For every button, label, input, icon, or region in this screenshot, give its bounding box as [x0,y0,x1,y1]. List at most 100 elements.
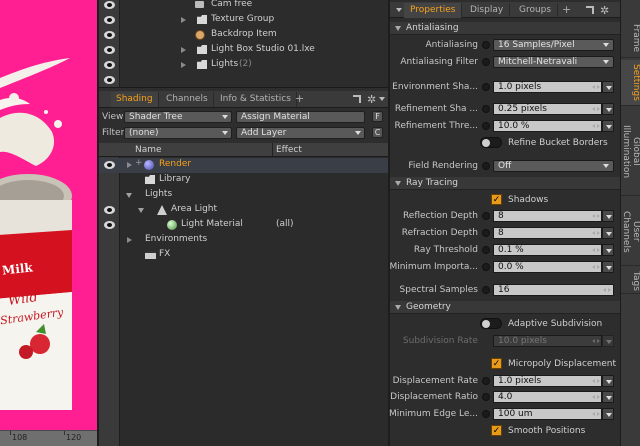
tab-shading[interactable]: Shading [111,92,159,107]
min-edge-field[interactable]: 100 um [493,408,602,420]
side-tab-tags[interactable]: Tags [621,268,640,294]
list-item[interactable] [99,73,388,88]
env-shading-field[interactable]: 1.0 pixels [493,81,602,93]
tab-display[interactable]: Display [464,3,511,18]
spectral-field[interactable]: 16 [493,284,614,296]
section-ray-tracing[interactable]: Ray Tracing [390,177,620,190]
eye-icon[interactable] [104,161,115,169]
refl-depth-field[interactable]: 8 [493,210,602,222]
ref-shading-field[interactable]: 0.25 pixels [493,103,602,115]
table-row[interactable]: FX [99,248,388,263]
maximize-icon[interactable] [353,95,361,103]
list-item[interactable]: Light Box Studio 01.lxe [99,43,388,58]
maximize-icon[interactable] [586,6,594,14]
add-tab-icon[interactable]: + [295,92,304,105]
add-layer-select[interactable]: Add Layer [236,127,365,139]
f-button[interactable]: F [372,111,383,122]
list-item[interactable]: Backdrop Item [99,28,388,43]
animate-dot-icon[interactable] [482,105,490,113]
spinner-icon[interactable] [591,392,601,402]
animate-dot-icon[interactable] [482,393,490,401]
adaptive-toggle[interactable] [480,318,502,329]
expand-arrow-icon[interactable] [127,237,132,243]
field-dropdown[interactable] [602,391,614,403]
table-row[interactable]: Lights [99,188,388,203]
animate-dot-icon[interactable] [482,229,490,237]
animate-dot-icon[interactable] [482,377,490,385]
eye-icon[interactable] [104,206,115,214]
list-item[interactable]: Cam free [99,0,388,13]
side-tab-global-illumination[interactable]: Global Illumination [621,108,640,196]
filter-select[interactable]: (none) [124,127,232,139]
spinner-icon[interactable] [591,104,601,114]
animate-dot-icon[interactable] [482,410,490,418]
micropoly-checkbox[interactable]: ✓ [491,358,502,369]
animate-dot-icon[interactable] [482,246,490,254]
field-dropdown[interactable] [602,375,614,387]
tab-groups[interactable]: Groups [513,3,559,18]
eye-icon[interactable] [104,76,115,84]
animate-dot-icon[interactable] [482,122,490,130]
refine-bucket-toggle[interactable] [480,137,502,148]
animate-dot-icon[interactable] [482,286,490,294]
spinner-icon[interactable] [591,376,601,386]
list-item[interactable]: Texture Group [99,13,388,28]
animate-dot-icon[interactable] [482,41,490,49]
field-dropdown[interactable] [602,408,614,420]
3d-viewport[interactable]: Milk Wild Strawberry [0,0,97,430]
shadows-checkbox[interactable]: ✓ [491,194,502,205]
assign-material-button[interactable]: Assign Material [236,111,365,123]
gear-icon[interactable]: ✲ [600,4,609,17]
ref-threshold-field[interactable]: 10.0 % [493,120,602,132]
field-dropdown[interactable] [602,261,614,273]
table-row[interactable]: Environments [99,233,388,248]
collapse-arrow-icon[interactable] [126,193,132,198]
animate-dot-icon[interactable] [482,162,490,170]
tab-channels[interactable]: Channels [161,92,214,107]
section-antialiasing[interactable]: Antialiasing [390,22,620,35]
view-select[interactable]: Shader Tree [124,111,232,123]
field-rendering-select[interactable]: Off [493,160,614,172]
smooth-positions-checkbox[interactable]: ✓ [491,425,502,436]
antialiasing-select[interactable]: 16 Samples/Pixel [493,39,614,51]
spinner-icon[interactable] [591,262,601,272]
column-header-name[interactable]: Name [135,145,162,155]
list-item[interactable]: Lights (2) [99,58,388,73]
spinner-icon[interactable] [591,121,601,131]
menu-arrow-icon[interactable] [379,97,385,101]
field-dropdown[interactable] [602,244,614,256]
animate-dot-icon[interactable] [482,263,490,271]
refr-depth-field[interactable]: 8 [493,227,602,239]
side-tab-user-channels[interactable]: User Channels [621,198,640,266]
expand-arrow-icon[interactable] [181,62,186,68]
c-button[interactable]: C [372,127,383,138]
animate-dot-icon[interactable] [482,58,490,66]
expand-arrow-icon[interactable] [181,17,186,23]
disp-ratio-field[interactable]: 4.0 [493,391,602,403]
add-tab-icon[interactable]: + [562,3,571,16]
spinner-icon[interactable] [591,211,601,221]
side-tab-frame[interactable]: Frame [621,20,640,58]
disp-rate-field[interactable]: 1.0 pixels [493,375,602,387]
side-tab-settings[interactable]: Settings [621,60,640,106]
spinner-icon[interactable] [591,82,601,92]
min-importance-field[interactable]: 0.0 % [493,261,602,273]
timeline-ruler[interactable]: 108 120 [0,430,97,446]
table-row[interactable]: Library [99,173,388,188]
eye-icon[interactable] [104,16,115,24]
field-dropdown[interactable] [602,210,614,222]
spinner-icon[interactable] [591,409,601,419]
menu-arrow-icon[interactable] [396,8,402,12]
eye-icon[interactable] [104,1,115,9]
animate-dot-icon[interactable] [482,212,490,220]
aa-filter-select[interactable]: Mitchell-Netravali [493,56,614,68]
tab-info-statistics[interactable]: Info & Statistics [215,92,297,107]
field-dropdown[interactable] [602,227,614,239]
spinner-icon[interactable] [591,228,601,238]
collapse-arrow-icon[interactable] [138,208,144,213]
field-dropdown[interactable] [602,103,614,115]
eye-icon[interactable] [104,61,115,69]
ray-threshold-field[interactable]: 0.1 % [493,244,602,256]
spinner-icon[interactable] [591,245,601,255]
spinner-icon[interactable] [602,285,612,295]
